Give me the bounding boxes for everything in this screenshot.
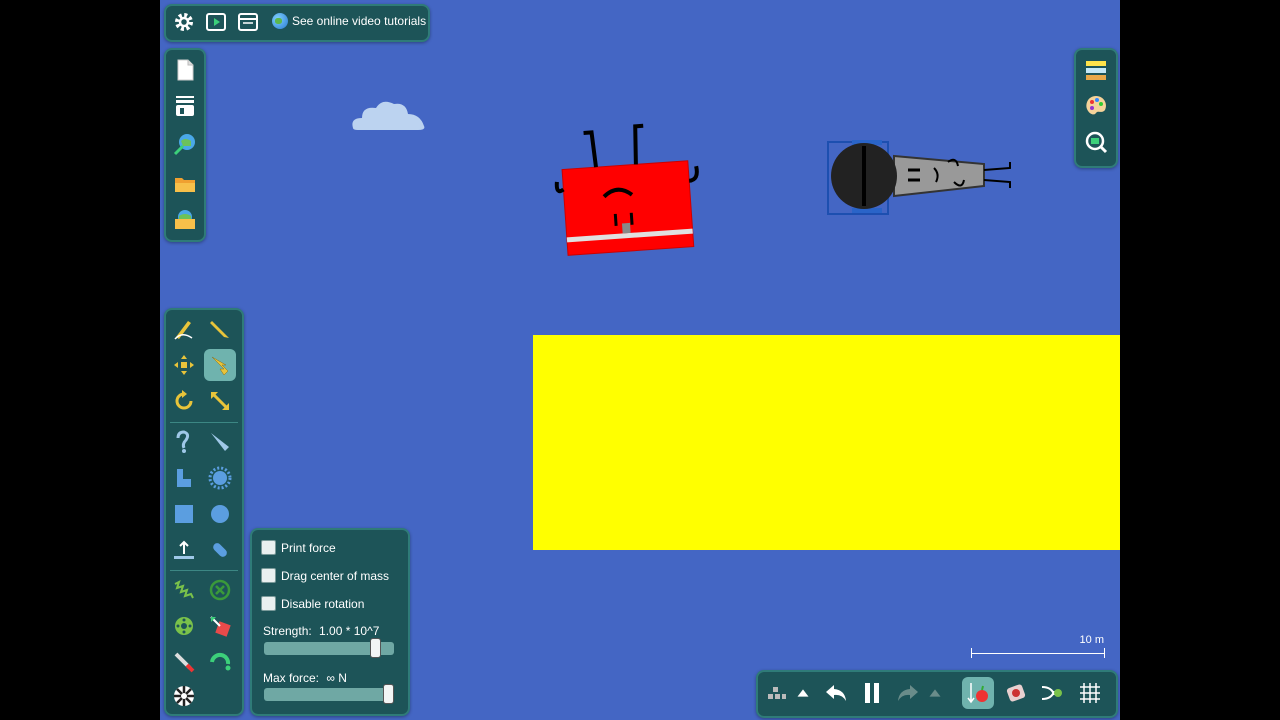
redo-icon[interactable] (892, 677, 924, 709)
strength-label: Strength: (263, 624, 312, 638)
strength-slider-thumb[interactable] (370, 638, 381, 658)
print-force-option[interactable]: Print force (261, 540, 336, 555)
undo-icon[interactable] (820, 677, 852, 709)
spiral-icon[interactable] (168, 680, 200, 712)
spring-icon[interactable] (168, 574, 200, 606)
folder-icon[interactable] (169, 168, 201, 200)
open-web-icon[interactable] (169, 128, 201, 160)
fixate-icon[interactable] (204, 574, 236, 606)
maxforce-label: Max force: (263, 671, 320, 685)
play-video-icon[interactable] (200, 6, 232, 38)
scale-indicator: 10 m (968, 634, 1108, 660)
strength-row: Strength: 1.00 * 10^7 (263, 624, 379, 638)
tracer-icon[interactable] (204, 646, 236, 678)
microphone-character[interactable] (824, 138, 1024, 223)
rotate-icon[interactable] (168, 385, 200, 417)
axle-icon[interactable] (168, 610, 200, 642)
scale-tick-right (1104, 648, 1105, 658)
up-arrow-icon[interactable] (792, 677, 814, 709)
disable-rotation-label: Disable rotation (281, 596, 365, 611)
top-toolbar: See online video tutorials (164, 4, 430, 42)
tools-panel (164, 308, 244, 716)
separator (170, 422, 238, 423)
box-icon[interactable] (168, 498, 200, 530)
yellow-ground-box[interactable] (533, 335, 1120, 550)
bottom-toolbar (756, 670, 1118, 718)
zoom-fit-icon[interactable] (1080, 126, 1112, 158)
pencil-icon[interactable] (204, 313, 236, 345)
hinge-icon[interactable] (204, 610, 236, 642)
polygon-icon[interactable] (168, 462, 200, 494)
cloud (348, 96, 428, 141)
drag-hand-icon[interactable] (204, 349, 236, 381)
pause-icon[interactable] (856, 677, 888, 709)
scale-label: 10 m (1079, 634, 1104, 646)
save-icon[interactable] (169, 204, 201, 236)
drag-center-option[interactable]: Drag center of mass (261, 568, 389, 583)
up-arrow-icon[interactable] (924, 677, 946, 709)
scale-tick-left (971, 648, 972, 658)
scale-line (971, 653, 1105, 654)
maxforce-slider[interactable] (264, 684, 394, 704)
file-panel (164, 48, 206, 242)
tutorials-label: See online video tutorials (292, 14, 427, 28)
print-force-checkbox[interactable] (261, 540, 276, 555)
gear-shape-icon[interactable] (204, 462, 236, 494)
drag-options-panel: Print force Drag center of mass Disable … (250, 528, 410, 716)
scale-icon[interactable] (204, 385, 236, 417)
drag-center-label: Drag center of mass (281, 568, 390, 583)
chain-icon[interactable] (168, 426, 200, 458)
print-force-label: Print force (281, 540, 336, 555)
sketch-icon[interactable] (168, 313, 200, 345)
globe-icon (272, 13, 288, 29)
disable-rotation-option[interactable]: Disable rotation (261, 596, 364, 611)
new-file-icon[interactable] (169, 54, 201, 86)
laser-icon[interactable] (168, 646, 200, 678)
airfriction-icon[interactable] (1000, 677, 1032, 709)
drag-center-checkbox[interactable] (261, 568, 276, 583)
simulation-canvas[interactable]: See online video tutorials Print force D… (160, 0, 1120, 720)
scene-settings-icon[interactable] (169, 90, 201, 122)
plane-icon[interactable] (168, 534, 200, 566)
strength-value: 1.00 * 10^7 (319, 624, 380, 638)
strength-slider[interactable] (264, 638, 394, 658)
disable-rotation-checkbox[interactable] (261, 596, 276, 611)
layers-icon[interactable] (1080, 54, 1112, 86)
maxforce-slider-thumb[interactable] (383, 684, 394, 704)
thruster-icon[interactable] (204, 534, 236, 566)
circle-icon[interactable] (204, 498, 236, 530)
palette-icon[interactable] (1080, 90, 1112, 122)
move-icon[interactable] (168, 349, 200, 381)
maxforce-row: Max force: ∞ N (263, 671, 347, 685)
separator (170, 570, 238, 571)
maxforce-value: ∞ N (326, 671, 347, 685)
grid-icon[interactable] (1074, 677, 1106, 709)
view-panel (1074, 48, 1118, 168)
red-box-character[interactable] (548, 115, 708, 270)
grid-dots-icon[interactable] (760, 677, 792, 709)
window-icon[interactable] (232, 6, 264, 38)
controller-icon[interactable] (1036, 677, 1068, 709)
gravity-icon[interactable] (962, 677, 994, 709)
knife-icon[interactable] (204, 426, 236, 458)
tutorials-link[interactable]: See online video tutorials (272, 13, 426, 29)
gear-icon[interactable] (168, 6, 200, 38)
